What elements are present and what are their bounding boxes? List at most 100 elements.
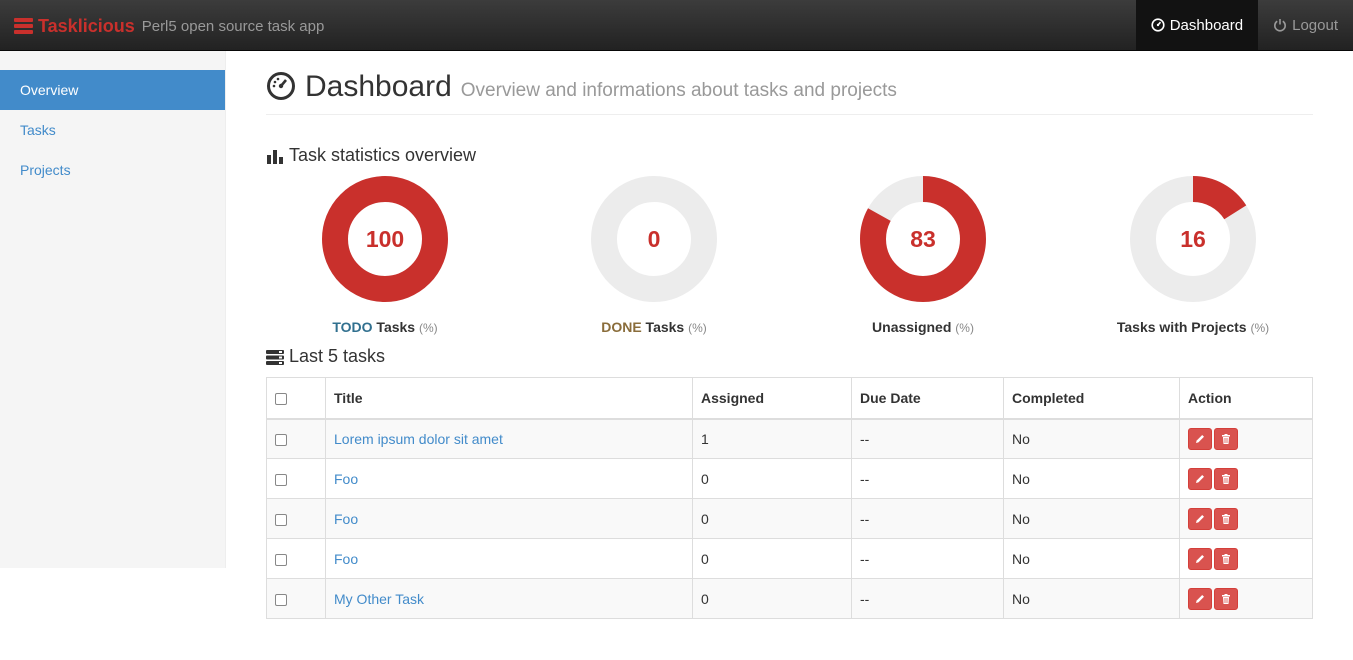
stat-pct: (%) xyxy=(418,321,438,335)
column-header-assigned[interactable]: Assigned xyxy=(692,377,852,420)
pencil-icon xyxy=(1196,554,1204,563)
main-content: Dashboard Overview and informations abou… xyxy=(266,51,1313,619)
task-completed-cell: No xyxy=(1003,418,1180,459)
edit-button[interactable] xyxy=(1188,587,1212,610)
dashboard-icon xyxy=(1151,18,1165,32)
row-checkbox[interactable] xyxy=(275,473,287,486)
task-due-date-cell: -- xyxy=(851,538,1004,579)
nav-logout[interactable]: Logout xyxy=(1258,0,1353,50)
edit-button[interactable] xyxy=(1188,507,1212,530)
task-title-link[interactable]: Lorem ipsum dolor sit amet xyxy=(334,431,503,447)
row-checkbox[interactable] xyxy=(275,513,287,526)
column-header-due-date[interactable]: Due Date xyxy=(851,377,1004,420)
task-action-cell xyxy=(1179,578,1313,619)
edit-button[interactable] xyxy=(1188,547,1212,570)
table-row: Foo 0 -- No xyxy=(266,498,1313,539)
stat-label-text: Tasks with Projects xyxy=(1116,319,1247,335)
stat-value: 0 xyxy=(648,226,661,252)
pencil-icon xyxy=(1196,514,1204,523)
table-row: My Other Task 0 -- No xyxy=(266,578,1313,619)
top-navbar: Tasklicious Perl5 open source task app D… xyxy=(0,0,1353,51)
stat-label: DONE Tasks (%) xyxy=(524,319,784,335)
sidebar-item-overview[interactable]: Overview xyxy=(0,70,225,110)
sidebar: Overview Tasks Projects xyxy=(0,51,226,568)
sidebar-item-tasks[interactable]: Tasks xyxy=(0,110,225,150)
task-completed-cell: No xyxy=(1003,578,1180,619)
delete-button[interactable] xyxy=(1214,507,1238,530)
navbar-right: Dashboard Logout xyxy=(1135,0,1353,50)
sidebar-item-projects[interactable]: Projects xyxy=(0,150,225,190)
select-all-header xyxy=(266,377,326,420)
stat-label-text: Tasks xyxy=(372,319,416,335)
brand-tagline: Perl5 open source task app xyxy=(141,17,325,35)
row-checkbox[interactable] xyxy=(275,553,287,566)
select-all-checkbox[interactable] xyxy=(275,392,287,405)
trash-icon xyxy=(1222,473,1230,484)
pencil-icon xyxy=(1196,594,1204,603)
task-action-cell xyxy=(1179,498,1313,539)
stat-value: 83 xyxy=(910,226,936,252)
stats-section-label: Task statistics overview xyxy=(289,145,477,165)
stat-label: Unassigned (%) xyxy=(793,319,1053,335)
column-header-completed[interactable]: Completed xyxy=(1003,377,1180,420)
column-header-title[interactable]: Title xyxy=(325,377,693,420)
task-action-cell xyxy=(1179,418,1313,459)
pencil-icon xyxy=(1196,434,1204,443)
donut-unassigned: 83 xyxy=(860,176,986,302)
nav-dashboard-label: Dashboard xyxy=(1169,16,1244,34)
task-due-date-cell: -- xyxy=(851,578,1004,619)
table-row: Foo 0 -- No xyxy=(266,538,1313,579)
page-subtitle: Overview and informations about tasks an… xyxy=(460,80,897,101)
delete-button[interactable] xyxy=(1214,467,1238,490)
task-action-cell xyxy=(1179,538,1313,579)
donut-todo: 100 xyxy=(322,176,448,302)
edit-button[interactable] xyxy=(1188,467,1212,490)
brand[interactable]: Tasklicious Perl5 open source task app xyxy=(14,15,324,37)
task-completed-cell: No xyxy=(1003,498,1180,539)
task-assigned-cell: 0 xyxy=(692,498,852,539)
nav-dashboard[interactable]: Dashboard xyxy=(1135,0,1259,50)
delete-button[interactable] xyxy=(1214,547,1238,570)
row-checkbox[interactable] xyxy=(275,434,287,447)
row-checkbox[interactable] xyxy=(275,593,287,606)
delete-button[interactable] xyxy=(1214,587,1238,610)
trash-icon xyxy=(1222,553,1230,564)
brand-name: Tasklicious xyxy=(38,15,135,36)
stat-unassigned: 83 Unassigned (%) xyxy=(793,175,1053,335)
row-select-cell xyxy=(266,458,326,499)
stat-label-text: Tasks xyxy=(641,319,685,335)
task-title-cell: My Other Task xyxy=(325,578,693,619)
page-title: Dashboard xyxy=(305,70,452,103)
stats-row: 100 TODO Tasks (%) 0 DONE Tasks (%) 83 U… xyxy=(266,175,1313,345)
edit-button[interactable] xyxy=(1188,427,1212,450)
stat-todo: 100 TODO Tasks (%) xyxy=(255,175,515,335)
table-row: Foo 0 -- No xyxy=(266,458,1313,499)
task-title-cell: Lorem ipsum dolor sit amet xyxy=(325,418,693,459)
task-title-cell: Foo xyxy=(325,498,693,539)
tasks-section-title: Last 5 tasks xyxy=(266,346,385,367)
table-row: Lorem ipsum dolor sit amet 1 -- No xyxy=(266,418,1313,459)
pencil-icon xyxy=(1196,474,1204,483)
stat-with-projects: 16 Tasks with Projects (%) xyxy=(1063,175,1323,335)
stat-pct: (%) xyxy=(688,321,707,335)
page-header: Dashboard Overview and informations abou… xyxy=(266,51,1313,115)
tasks-icon xyxy=(266,349,284,365)
stat-label-text: Unassigned xyxy=(872,319,952,335)
task-title-link[interactable]: My Other Task xyxy=(334,591,424,607)
task-title-link[interactable]: Foo xyxy=(334,511,358,527)
task-title-link[interactable]: Foo xyxy=(334,471,358,487)
stat-pct: (%) xyxy=(955,321,974,335)
task-due-date-cell: -- xyxy=(851,498,1004,539)
trash-icon xyxy=(1222,593,1230,604)
stat-label-prefix: TODO xyxy=(332,319,373,335)
dashboard-icon xyxy=(266,71,296,104)
tasks-table: Title Assigned Due Date Completed Action… xyxy=(266,377,1313,619)
task-title-cell: Foo xyxy=(325,458,693,499)
delete-button[interactable] xyxy=(1214,427,1238,450)
stats-section-title: Task statistics overview xyxy=(266,145,476,166)
power-icon xyxy=(1273,18,1287,32)
trash-icon xyxy=(1222,513,1230,524)
task-title-link[interactable]: Foo xyxy=(334,551,358,567)
table-header-row: Title Assigned Due Date Completed Action xyxy=(266,377,1313,420)
task-assigned-cell: 0 xyxy=(692,538,852,579)
